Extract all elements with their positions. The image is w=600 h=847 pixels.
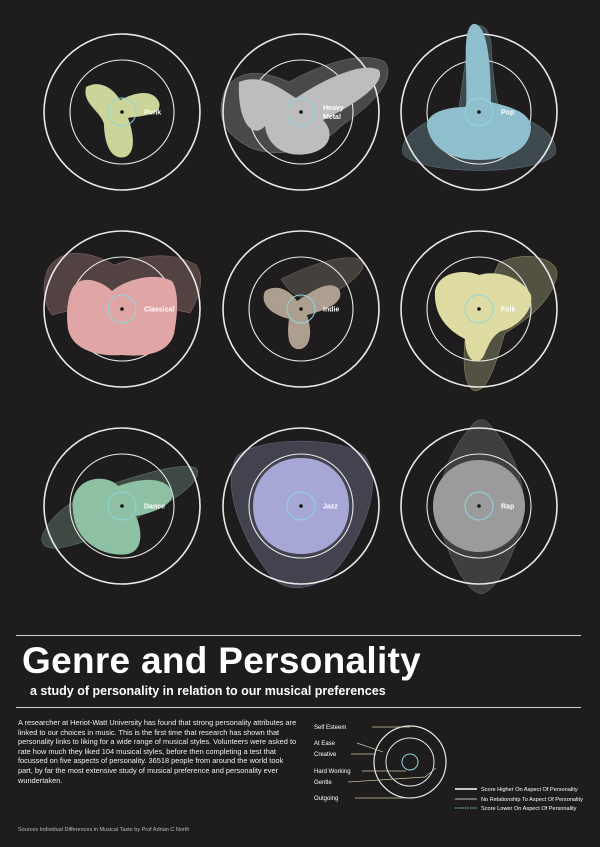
key-trait-label: Hard Working: [314, 769, 351, 775]
genre-disc: Heavy Metal: [220, 33, 389, 191]
page-title: Genre and Personality: [22, 640, 422, 681]
center-dot: [120, 504, 124, 508]
genre-disc: Folk: [400, 230, 558, 392]
genre-label: Punk: [144, 110, 161, 117]
genre-disc: Punk: [43, 33, 201, 191]
key-leader-gentle: [347, 767, 437, 783]
genre-label: Pop: [501, 110, 514, 117]
genre-disc: Rap: [400, 419, 558, 595]
genre-label: Metal: [323, 114, 341, 121]
center-dot: [120, 307, 124, 311]
center-dot: [299, 110, 303, 114]
key-trait-label: At Ease: [314, 741, 336, 747]
key-trait-label: Creative: [314, 752, 337, 758]
key-trait-label: Self Esteem: [314, 725, 346, 731]
personality-key: Self Esteem At Ease Creative Hard Workin…: [314, 725, 447, 802]
genre-shape: [434, 272, 532, 362]
legend: Score Higher On Aspect Of Personality No…: [455, 787, 583, 812]
key-trait-label: Outgoing: [314, 796, 338, 802]
genre-disc: Dance: [41, 427, 201, 585]
genre-label: Indie: [323, 307, 339, 314]
genre-shape: [427, 23, 531, 160]
genre-shape: [72, 478, 173, 555]
genre-shape: [67, 276, 178, 356]
key-trait-label: Gentle: [314, 780, 332, 786]
legend-label-higher: Score Higher On Aspect Of Personality: [481, 787, 578, 793]
center-dot: [477, 307, 481, 311]
genre-label: Heavy: [323, 105, 344, 112]
genre-disc: Indie: [222, 230, 380, 388]
genre-label: Folk: [501, 307, 515, 314]
genre-disc: Classical: [43, 230, 201, 388]
genre-label: Classical: [144, 307, 174, 314]
description-paragraph: A researcher at Heriot-Watt University h…: [18, 718, 297, 785]
key-inner-ring: [401, 753, 419, 771]
bottom-divider: [16, 707, 581, 708]
genre-disc: Jazz: [222, 427, 380, 589]
source-note: Sources Individual Differences in Musica…: [18, 827, 190, 833]
genre-label: Jazz: [323, 504, 338, 511]
center-dot: [299, 504, 303, 508]
page-subtitle: a study of personality in relation to ou…: [30, 684, 386, 698]
legend-label-none: No Relationship To Aspect Of Personality: [481, 797, 583, 803]
center-dot: [477, 504, 481, 508]
top-divider: [16, 635, 581, 636]
center-dot: [477, 110, 481, 114]
genre-label: Rap: [501, 504, 514, 511]
center-dot: [299, 307, 303, 311]
key-outer-ring: [373, 725, 447, 799]
genre-shape: [85, 84, 160, 158]
genre-disc: Pop: [400, 23, 558, 191]
legend-label-lower: Score Lower On Aspect Of Personality: [481, 806, 577, 812]
genre-label: Dance: [144, 504, 165, 511]
center-dot: [120, 110, 124, 114]
